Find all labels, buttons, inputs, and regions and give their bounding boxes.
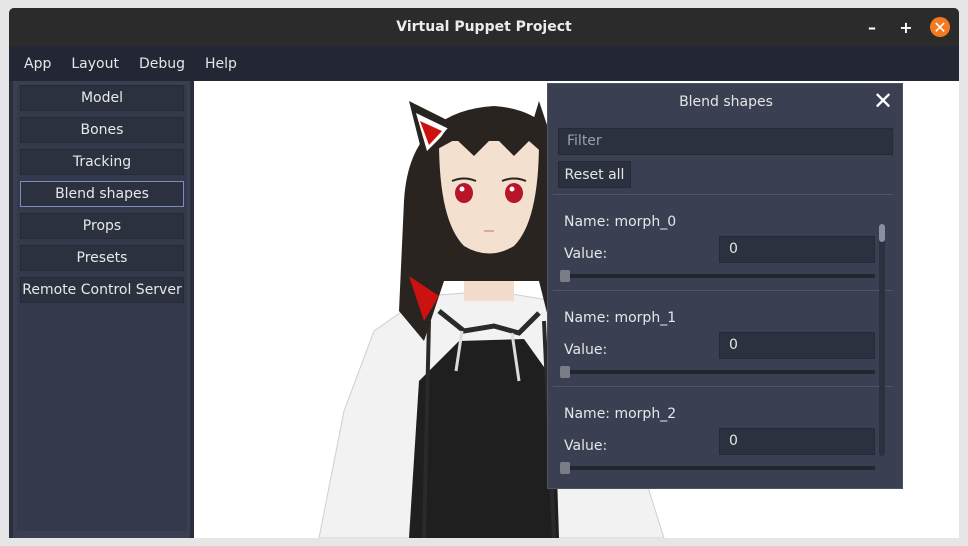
- blend-shapes-panel: Blend shapes ✕ Filter Reset all Name: mo…: [547, 83, 903, 489]
- sidebar-item-tracking[interactable]: Tracking: [20, 149, 184, 175]
- morph-name: Name: morph_0: [564, 214, 677, 230]
- value-slider[interactable]: [560, 274, 875, 278]
- main-content: Model Bones Tracking Blend shapes Props …: [9, 81, 959, 538]
- maximize-button[interactable]: +: [896, 17, 916, 37]
- menu-help[interactable]: Help: [195, 56, 247, 72]
- slider-handle[interactable]: [560, 270, 570, 282]
- value-label: Value:: [564, 438, 608, 454]
- menu-app[interactable]: App: [14, 56, 61, 72]
- slider-handle[interactable]: [560, 366, 570, 378]
- divider: [553, 290, 893, 291]
- reset-all-button[interactable]: Reset all: [558, 161, 631, 188]
- morph-item: Name: morph_0 Value: 0: [548, 196, 902, 292]
- sidebar: Model Bones Tracking Blend shapes Props …: [9, 81, 194, 538]
- value-input[interactable]: 0: [719, 332, 875, 359]
- sidebar-item-props[interactable]: Props: [20, 213, 184, 239]
- sidebar-item-bones[interactable]: Bones: [20, 117, 184, 143]
- panel-title: Blend shapes: [679, 94, 773, 110]
- value-input[interactable]: 0: [719, 428, 875, 455]
- morph-name: Name: morph_2: [564, 406, 677, 422]
- morph-name: Name: morph_1: [564, 310, 677, 326]
- menu-layout[interactable]: Layout: [61, 56, 129, 72]
- divider: [553, 194, 893, 195]
- morph-item: Name: morph_2 Value: 0: [548, 388, 902, 484]
- window-title: Virtual Puppet Project: [396, 19, 572, 35]
- value-slider[interactable]: [560, 370, 875, 374]
- minimize-button[interactable]: –: [862, 17, 882, 37]
- close-icon[interactable]: ✕: [872, 89, 894, 113]
- value-input[interactable]: 0: [719, 236, 875, 263]
- value-slider[interactable]: [560, 466, 875, 470]
- menu-bar: App Layout Debug Help: [9, 46, 959, 81]
- value-label: Value:: [564, 246, 608, 262]
- morph-item: Name: morph_1 Value: 0: [548, 292, 902, 388]
- slider-handle[interactable]: [560, 462, 570, 474]
- sidebar-item-presets[interactable]: Presets: [20, 245, 184, 271]
- filter-placeholder: Filter: [567, 133, 602, 149]
- close-window-button[interactable]: ✕: [930, 17, 950, 37]
- menu-debug[interactable]: Debug: [129, 56, 195, 72]
- title-bar[interactable]: Virtual Puppet Project – + ✕: [9, 8, 959, 46]
- sidebar-item-model[interactable]: Model: [20, 85, 184, 111]
- app-window: Virtual Puppet Project – + ✕ App Layout …: [9, 8, 959, 538]
- sidebar-item-blend-shapes[interactable]: Blend shapes: [20, 181, 184, 207]
- value-label: Value:: [564, 342, 608, 358]
- sidebar-item-remote-control-server[interactable]: Remote Control Server: [20, 277, 184, 303]
- scrollbar-track[interactable]: [879, 224, 885, 456]
- filter-input[interactable]: Filter: [558, 128, 893, 155]
- divider: [553, 386, 893, 387]
- scrollbar-thumb[interactable]: [879, 224, 885, 242]
